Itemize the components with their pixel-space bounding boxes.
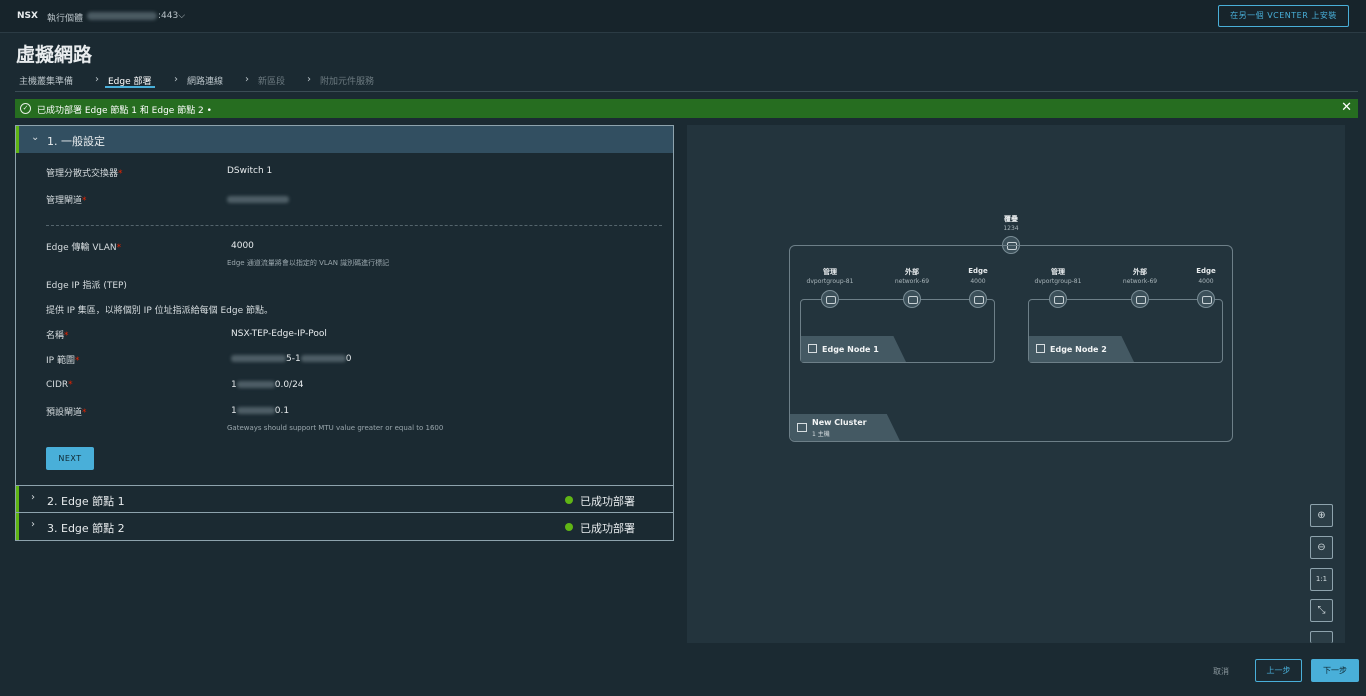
edge-port-icon[interactable] <box>1197 290 1215 308</box>
port-label: Edge <box>968 267 988 275</box>
instance-selector[interactable]: :443⌵ <box>158 11 185 21</box>
chevron-right-icon: › <box>31 519 35 530</box>
port-sub: network-69 <box>1122 278 1158 285</box>
chevron-right-icon: › <box>245 74 249 85</box>
accordion-title: 2. Edge 節點 1 <box>47 495 125 508</box>
gateway-help-text: Gateways should support MTU value greate… <box>227 424 444 432</box>
node-label-tab: Edge Node 1 <box>801 336 906 362</box>
success-alert: ✓ 已成功部署 Edge 節點 1 和 Edge 節點 2 • ✕ <box>15 99 1358 118</box>
divider <box>15 91 1358 92</box>
edge-node-icon <box>808 344 817 353</box>
alert-message: 已成功部署 Edge 節點 1 和 Edge 節點 2 • <box>37 106 212 116</box>
default-gateway-label: 預設閘道* <box>46 408 87 418</box>
tab-network-connectivity[interactable]: 網路連線 <box>187 74 223 87</box>
port-label: 外部 <box>1133 268 1147 276</box>
node-name: Edge Node 1 <box>822 345 879 354</box>
status-text: 已成功部署 <box>580 495 635 508</box>
port-sub: 4000 <box>970 278 986 285</box>
pool-name-input[interactable]: NSX-TEP-Edge-IP-Pool <box>231 329 327 339</box>
external-port-icon[interactable] <box>1131 290 1149 308</box>
node-label-tab: Edge Node 2 <box>1029 336 1134 362</box>
status-text: 已成功部署 <box>580 522 635 535</box>
accordion-title: 1. 一般設定 <box>47 135 105 148</box>
accordion-title: 3. Edge 節點 2 <box>47 522 125 535</box>
chevron-right-icon: › <box>31 492 35 503</box>
dvs-select[interactable]: DSwitch 1 <box>227 166 272 176</box>
cidr-label: CIDR* <box>46 380 73 390</box>
cluster-name: New Cluster <box>812 418 867 427</box>
page-title: 虛擬網路 <box>16 44 93 66</box>
ip-range-input[interactable]: 5-1 0 <box>231 354 351 364</box>
fit-to-view-icon[interactable]: ⤡ <box>1310 599 1333 622</box>
chevron-right-icon: › <box>95 74 99 85</box>
mgmt-gateway-input[interactable] <box>227 195 289 205</box>
zoom-in-icon[interactable]: ⊕ <box>1310 504 1333 527</box>
accordion-general-settings[interactable]: ⌄ 1. 一般設定 <box>16 126 673 153</box>
port-sub: dvportgroup-81 <box>1034 278 1082 285</box>
edge-node-1[interactable]: Edge Node 1 <box>800 299 995 363</box>
chevron-down-icon: ⌄ <box>31 132 40 143</box>
instance-host-redacted <box>87 12 157 20</box>
success-status-icon <box>565 496 573 504</box>
previous-button[interactable]: 上一步 <box>1255 659 1302 682</box>
check-circle-icon: ✓ <box>20 103 31 114</box>
node-name: Edge Node 2 <box>1050 345 1107 354</box>
overlay-label: 覆疊 <box>1004 215 1018 223</box>
port-sub: network-69 <box>894 278 930 285</box>
port-label: Edge <box>1196 267 1216 275</box>
tab-addon-services: 附加元件服務 <box>320 77 375 87</box>
overlay-sub: 1234 <box>1003 225 1019 232</box>
next-step-button[interactable]: 下一步 <box>1311 659 1359 682</box>
port-sub: dvportgroup-81 <box>806 278 854 285</box>
zoom-out-icon[interactable]: ⊖ <box>1310 536 1333 559</box>
vlan-label: Edge 傳輸 VLAN* <box>46 243 122 253</box>
instance-label: 執行個體 <box>47 14 84 24</box>
cluster-icon <box>797 423 807 432</box>
edge-config-panel: ⌄ 1. 一般設定 管理分散式交換器* DSwitch 1 管理閘道* Edge… <box>15 125 674 541</box>
divider <box>46 225 662 226</box>
topology-canvas[interactable]: 覆疊 1234 Edge Node 1 Edge Node 2 管理 dvpor… <box>687 125 1345 643</box>
tep-description: 提供 IP 集區，以將個別 IP 位址指派給每個 Edge 節點。 <box>46 306 273 316</box>
chevron-right-icon: › <box>174 74 178 85</box>
fullscreen-icon[interactable] <box>1310 631 1333 643</box>
vlan-help-text: Edge 通道流量將會以指定的 VLAN 識別碼進行標記 <box>227 259 390 267</box>
accordion-edge-node-2[interactable]: › 3. Edge 節點 2 已成功部署 <box>16 513 673 540</box>
zoom-reset-icon[interactable]: 1:1 <box>1310 568 1333 591</box>
port-sub: 4000 <box>1198 278 1214 285</box>
tab-host-prep[interactable]: 主機叢集準備 <box>19 74 73 87</box>
cluster-label-tab: New Cluster 1 主機 <box>790 414 900 441</box>
tab-new-segment: 新區段 <box>258 77 286 87</box>
vlan-input[interactable]: 4000 <box>231 241 254 251</box>
tep-heading: Edge IP 指派 (TEP) <box>46 281 127 291</box>
install-other-vcenter-button[interactable]: 在另一個 VCENTER 上安裝 <box>1218 5 1349 27</box>
cluster-host-count: 1 主機 <box>812 431 830 438</box>
port-label: 管理 <box>1051 268 1065 276</box>
cancel-button[interactable]: 取消 <box>1213 666 1229 677</box>
ip-range-label: IP 範圍* <box>46 356 80 366</box>
active-tab-indicator <box>105 86 155 88</box>
default-gateway-input[interactable]: 1 0.1 <box>231 406 289 416</box>
cidr-input[interactable]: 1 0.0/24 <box>231 380 304 390</box>
next-button[interactable]: NEXT <box>46 447 94 470</box>
brand-logo: NSX <box>17 11 38 21</box>
dvs-label: 管理分散式交換器* <box>46 169 123 179</box>
close-icon[interactable]: ✕ <box>1341 100 1352 115</box>
accordion-edge-node-1[interactable]: › 2. Edge 節點 1 已成功部署 <box>16 486 673 513</box>
external-port-icon[interactable] <box>903 290 921 308</box>
management-port-icon[interactable] <box>1049 290 1067 308</box>
edge-node-2[interactable]: Edge Node 2 <box>1028 299 1223 363</box>
edge-port-icon[interactable] <box>969 290 987 308</box>
cluster-container: Edge Node 1 Edge Node 2 管理 dvportgroup-8… <box>789 245 1233 442</box>
port-label: 外部 <box>905 268 919 276</box>
success-status-icon <box>565 523 573 531</box>
edge-node-icon <box>1036 344 1045 353</box>
port-label: 管理 <box>823 268 837 276</box>
top-bar: NSX 執行個體 :443⌵ 在另一個 VCENTER 上安裝 <box>0 0 1366 33</box>
chevron-right-icon: › <box>307 74 311 85</box>
pool-name-label: 名稱* <box>46 331 69 341</box>
wizard-steps: 主機叢集準備 › Edge 部署 › 網路連線 › 新區段 › 附加元件服務 <box>0 70 1366 92</box>
management-port-icon[interactable] <box>821 290 839 308</box>
mgmt-gateway-label: 管理閘道* <box>46 196 87 206</box>
